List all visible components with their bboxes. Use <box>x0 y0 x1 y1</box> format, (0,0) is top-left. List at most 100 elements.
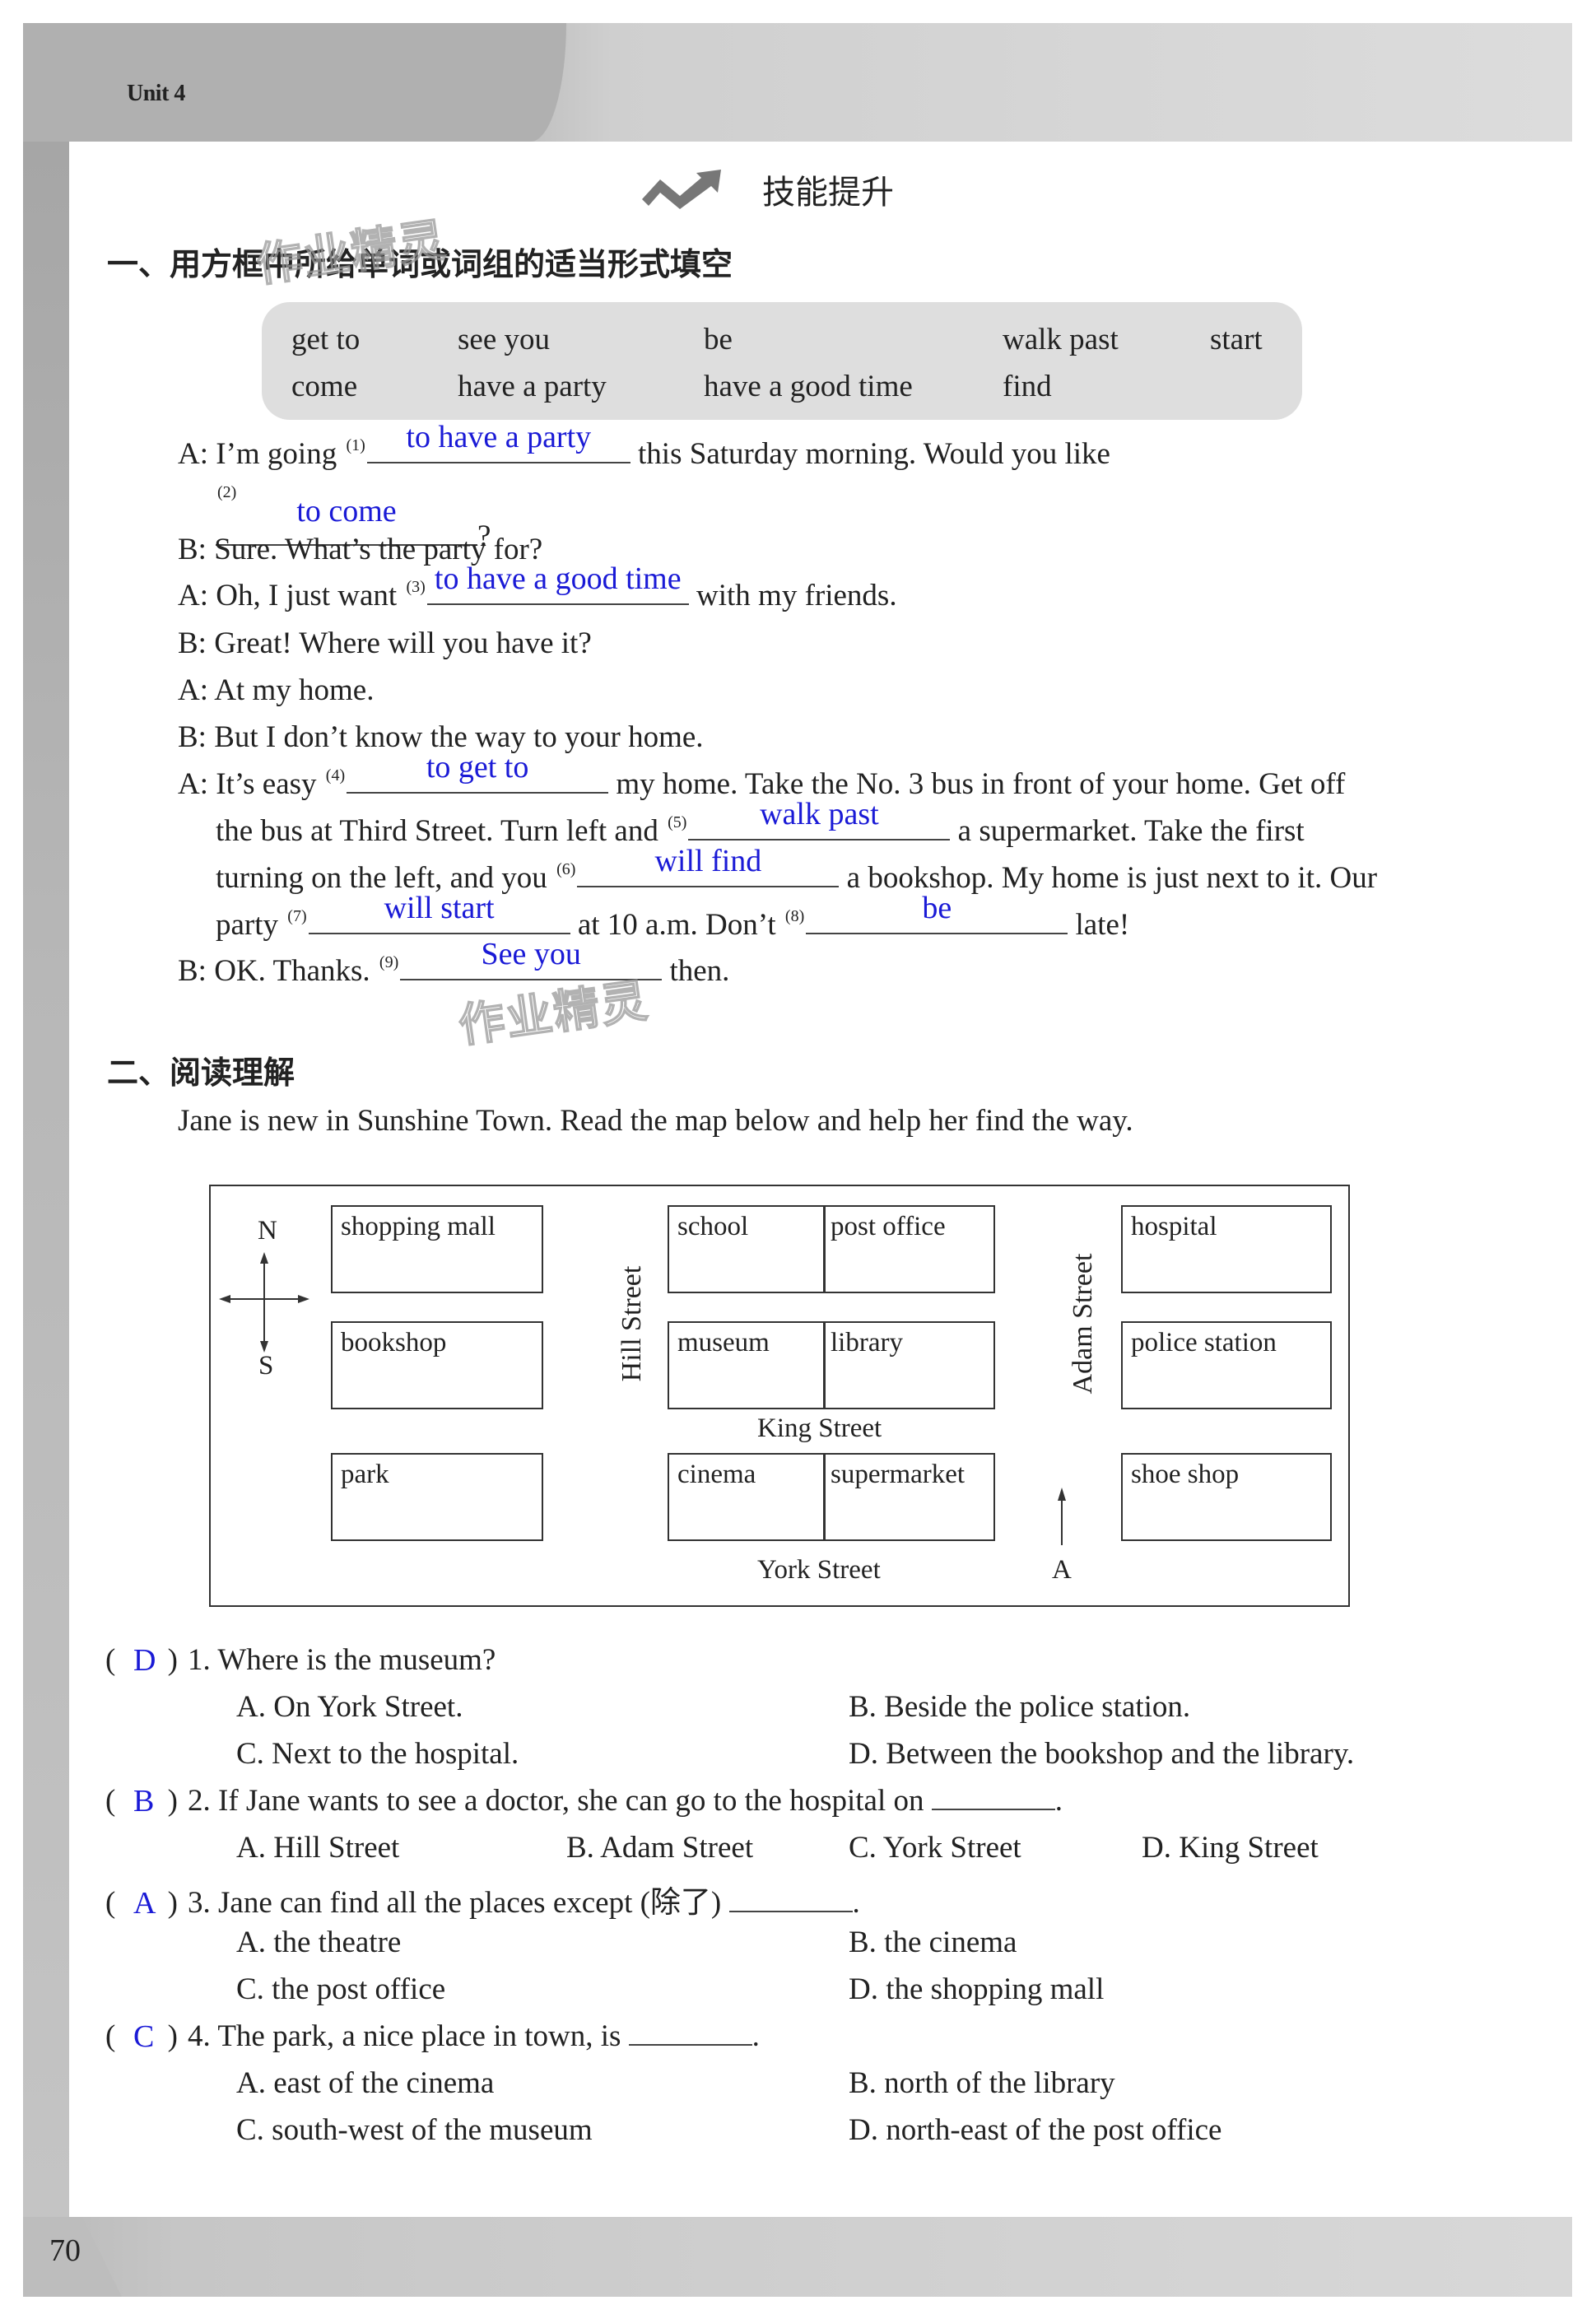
filled-answer: walk past <box>760 797 879 831</box>
word-bank-item: be <box>704 323 733 356</box>
word-bank-item: have a party <box>458 370 607 403</box>
compass-south-label: S <box>258 1351 274 1381</box>
dialogue-line: A: I’m going (1) to have a party this Sat… <box>178 420 1110 471</box>
building-supermarket: supermarket <box>831 1460 966 1489</box>
option: C. Next to the hospital. <box>236 1737 519 1771</box>
word-bank-item: come <box>291 370 358 403</box>
word-bank-item: find <box>1003 370 1052 403</box>
blank-number: (1) <box>346 436 365 454</box>
option: A. On York Street. <box>236 1690 463 1724</box>
blank-number: (3) <box>406 578 426 596</box>
answer-blank[interactable]: will start <box>308 891 570 934</box>
option: A. east of the cinema <box>236 2066 495 2100</box>
answer-slot[interactable]: (D) <box>105 1642 188 1678</box>
option: B. the cinema <box>849 1926 1017 1959</box>
unit-label: Unit 4 <box>127 81 185 106</box>
filled-answer: to have a good time <box>434 561 682 596</box>
skill-title: 技能提升 <box>762 174 894 212</box>
answer-slot[interactable]: (A) <box>105 1885 188 1921</box>
option: D. the shopping mall <box>849 1972 1105 2006</box>
answer-blank[interactable]: to have a good time <box>426 561 689 605</box>
building-school: school <box>677 1212 749 1241</box>
option: D. Between the bookshop and the library. <box>849 1737 1355 1771</box>
option: B. Beside the police station. <box>849 1690 1191 1724</box>
answer-blank[interactable]: will find <box>577 844 840 887</box>
option: C. south-west of the museum <box>236 2113 593 2147</box>
dialogue-line: A: Oh, I just want (3) to have a good tim… <box>178 561 897 612</box>
building-museum: museum <box>677 1328 770 1357</box>
option: D. King Street <box>1142 1831 1319 1865</box>
blank-number: (8) <box>784 907 805 925</box>
filled-answer: to have a party <box>406 420 592 454</box>
block-cinema-supermarket: cinema supermarket <box>668 1453 995 1541</box>
street-label-hill: Hill Street <box>617 1265 647 1382</box>
reading-intro: Jane is new in Sunshine Town. Read the m… <box>178 1104 1133 1138</box>
filled-answer: will find <box>654 844 762 878</box>
start-marker-a: A <box>1052 1555 1072 1585</box>
blank-number: (6) <box>556 860 576 878</box>
dialogue-line: A: At my home. <box>178 673 375 707</box>
trend-up-arrow-icon <box>639 166 738 213</box>
skill-header: 技能提升 <box>639 165 894 214</box>
building-library: library <box>831 1328 903 1357</box>
selected-answer: B <box>133 1784 155 1818</box>
selected-answer: C <box>133 2019 155 2054</box>
compass-north-label: N <box>258 1216 277 1246</box>
filled-answer: to come <box>296 494 397 529</box>
word-bank-item: get to <box>291 323 361 356</box>
question-blank <box>728 1889 853 1912</box>
answer-blank[interactable]: walk past <box>688 797 951 841</box>
building-police-station: police station <box>1121 1321 1332 1409</box>
street-label-king: King Street <box>757 1413 882 1443</box>
filled-answer: be <box>922 891 952 925</box>
town-map: N S shopping mall bookshop park Hill Str… <box>209 1185 1350 1607</box>
answer-slot[interactable]: (C) <box>105 2019 188 2054</box>
building-post-office: post office <box>831 1212 946 1241</box>
question-blank <box>628 2023 752 2046</box>
page-number: 70 <box>49 2233 81 2268</box>
dialogue-line: B: OK. Thanks. (9) See you then. <box>178 937 730 988</box>
option: B. north of the library <box>849 2066 1115 2100</box>
building-bookshop: bookshop <box>331 1321 543 1409</box>
answer-blank[interactable]: to get to <box>347 750 609 794</box>
block-museum-library: museum library <box>668 1321 995 1409</box>
blank-number: (4) <box>325 766 346 785</box>
building-shoe-shop: shoe shop <box>1121 1453 1332 1541</box>
building-hospital: hospital <box>1121 1205 1332 1293</box>
dialogue-line: party (7) will start at 10 a.m. Don’t (8)… <box>216 891 1130 942</box>
option: D. north-east of the post office <box>849 2113 1222 2147</box>
answer-blank[interactable]: be <box>806 891 1068 934</box>
street-label-york: York Street <box>757 1555 881 1585</box>
filled-answer: to get to <box>426 750 529 785</box>
question-3: (A) 3. Jane can find all the places exce… <box>105 1885 860 1921</box>
word-bank-item: start <box>1210 323 1263 356</box>
route-arrow-icon <box>1058 1488 1066 1545</box>
dialogue-line: B: Great! Where will you have it? <box>178 626 592 660</box>
blank-number: (7) <box>287 907 307 925</box>
footer-band <box>23 2217 1572 2297</box>
option: B. Adam Street <box>566 1831 754 1865</box>
option: C. the post office <box>236 1972 446 2006</box>
question-4: (C) 4. The park, a nice place in town, i… <box>105 2019 760 2054</box>
option: A. the theatre <box>236 1926 402 1959</box>
word-bank-item: walk past <box>1003 323 1119 356</box>
street-label-adam: Adam Street <box>1068 1253 1098 1395</box>
selected-answer: D <box>133 1643 156 1678</box>
option: A. Hill Street <box>236 1831 400 1865</box>
word-bank: get to see you be walk past start come h… <box>262 302 1302 420</box>
question-2: (B) 2. If Jane wants to see a doctor, sh… <box>105 1783 1063 1818</box>
section2-title: 二、阅读理解 <box>107 1055 295 1091</box>
block-school-post-office: school post office <box>668 1205 995 1293</box>
selected-answer: A <box>133 1886 156 1921</box>
answer-blank[interactable]: to have a party <box>366 420 630 463</box>
word-bank-item: see you <box>458 323 550 356</box>
blank-number: (5) <box>668 813 687 831</box>
building-park: park <box>331 1453 543 1541</box>
left-margin-band <box>23 142 69 2217</box>
answer-slot[interactable]: (B) <box>105 1783 188 1818</box>
option: C. York Street <box>849 1831 1021 1865</box>
question-1: (D) 1. Where is the museum? <box>105 1642 496 1678</box>
blank-number: (9) <box>379 953 399 971</box>
header-band <box>23 23 1572 142</box>
word-bank-item: have a good time <box>704 370 913 403</box>
